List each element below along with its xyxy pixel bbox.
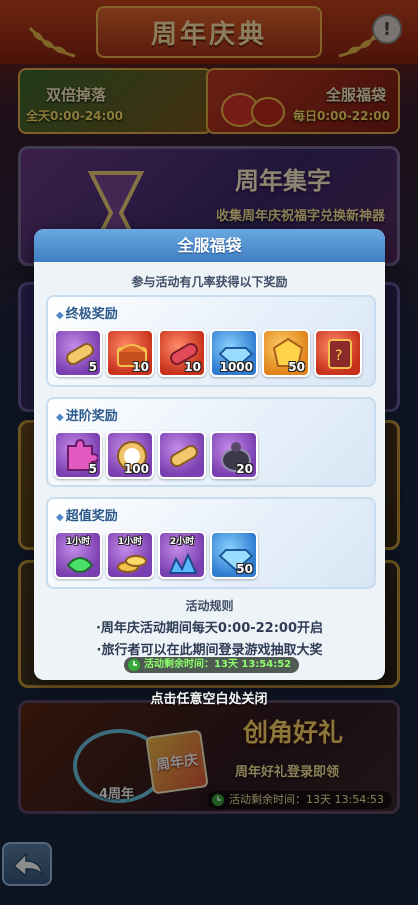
reward-section-ultimate: ◆ 终极奖励 5 10 10 1000 50 ? [46, 295, 376, 387]
section-title-text: 终极奖励 [65, 307, 118, 322]
item-count: 50 [236, 562, 253, 576]
svg-text:?: ? [335, 348, 342, 364]
reward-item[interactable] [158, 431, 206, 479]
reward-items: 5 10 10 1000 50 ? [54, 329, 362, 377]
reward-item[interactable]: 5 [54, 329, 102, 377]
item-count: 1000 [219, 360, 253, 374]
item-count: 5 [88, 360, 97, 374]
section-title: ◆ 超值奖励 [56, 509, 118, 524]
section-title-text: 超值奖励 [65, 509, 118, 524]
reward-item[interactable]: 1小时 [106, 531, 154, 579]
item-count: 50 [288, 360, 305, 374]
item-count: 100 [123, 462, 149, 476]
reward-item[interactable]: 10 [106, 329, 154, 377]
event-timer: 活动剩余时间：13天 13:54:52 [124, 657, 300, 673]
reward-items: 1小时 1小时 2小时 50 [54, 531, 258, 579]
section-title-text: 进阶奖励 [65, 409, 118, 424]
reward-item[interactable]: 1000 [210, 329, 258, 377]
scroll-icon [170, 445, 198, 467]
section-title: ◆ 进阶奖励 [56, 409, 118, 424]
reward-item[interactable]: 50 [262, 329, 310, 377]
item-count: 20 [236, 462, 253, 476]
item-count: 10 [132, 360, 149, 374]
reward-item[interactable]: 2小时 [158, 531, 206, 579]
coin-stack-icon [117, 555, 147, 573]
reward-item[interactable]: 100 [106, 431, 154, 479]
reward-item[interactable]: 5 [54, 431, 102, 479]
rule-line-2: ·旅行者可以在此期间登录游戏抽取大奖 [96, 643, 323, 658]
close-hint: 点击任意空白处关闭 [150, 692, 268, 707]
item-count: 5 [88, 462, 97, 476]
modal-subtitle: 参与活动有几率获得以下奖励 [131, 275, 288, 289]
reward-item[interactable]: 50 [210, 531, 258, 579]
item-count: 10 [184, 360, 201, 374]
rules-title: 活动规则 [185, 599, 234, 613]
rule-line-1: ·周年庆活动期间每天0:00-22:00开启 [95, 621, 324, 636]
event-timer-text: 活动剩余时间：13天 13:54:52 [144, 659, 292, 670]
green-boost-icon [66, 557, 94, 573]
section-title: ◆ 终极奖励 [56, 307, 118, 322]
reward-item[interactable]: 1小时 [54, 531, 102, 579]
reward-item[interactable]: 20 [210, 431, 258, 479]
reward-item[interactable]: ? [314, 329, 362, 377]
modal-title: 全服福袋 [34, 229, 385, 262]
reward-items: 5 100 20 [54, 431, 258, 479]
reward-section-value: ◆ 超值奖励 1小时 1小时 2小时 50 [46, 497, 376, 589]
crystal-pile-icon [168, 552, 198, 574]
reward-section-advanced: ◆ 进阶奖励 5 100 20 [46, 397, 376, 487]
reward-item[interactable]: 10 [158, 329, 206, 377]
clock-icon [128, 659, 140, 671]
server-bag-modal: 全服福袋 参与活动有几率获得以下奖励 ◆ 终极奖励 5 10 10 1000 5… [34, 229, 385, 680]
skill-card-icon: ? [328, 339, 352, 369]
